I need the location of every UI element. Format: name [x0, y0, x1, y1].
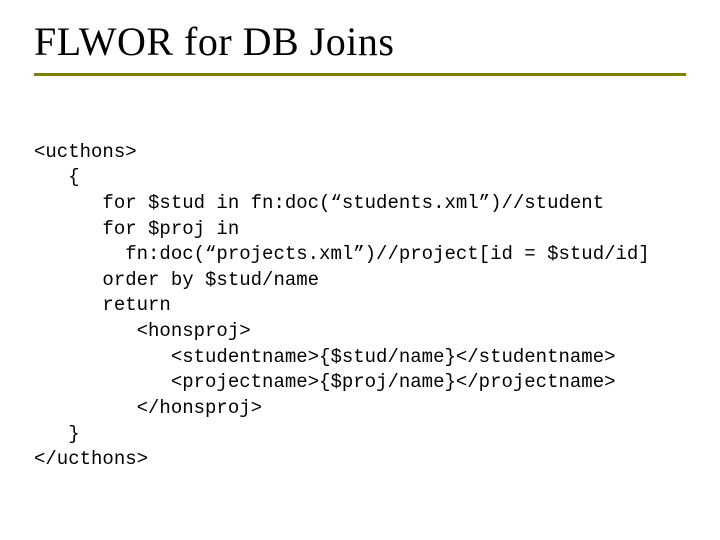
code-line: <projectname>{$proj/name}</projectname> [34, 371, 616, 393]
code-line: <honsproj> [34, 320, 251, 342]
slide: FLWOR for DB Joins <ucthons> { for $stud… [0, 0, 720, 540]
slide-title: FLWOR for DB Joins [34, 18, 686, 65]
code-line: { [34, 166, 80, 188]
code-line: for $proj in [34, 218, 239, 240]
code-line: </ucthons> [34, 448, 148, 470]
code-line: </honsproj> [34, 397, 262, 419]
code-line: return [34, 294, 171, 316]
code-line: <ucthons> [34, 141, 137, 163]
code-line: for $stud in fn:doc(“students.xml”)//stu… [34, 192, 604, 214]
code-line: order by $stud/name [34, 269, 319, 291]
title-area: FLWOR for DB Joins [0, 0, 720, 69]
code-line: fn:doc(“projects.xml”)//project[id = $st… [34, 243, 650, 265]
code-block: <ucthons> { for $stud in fn:doc(“student… [0, 76, 720, 499]
code-line: <studentname>{$stud/name}</studentname> [34, 346, 616, 368]
code-line: } [34, 423, 80, 445]
